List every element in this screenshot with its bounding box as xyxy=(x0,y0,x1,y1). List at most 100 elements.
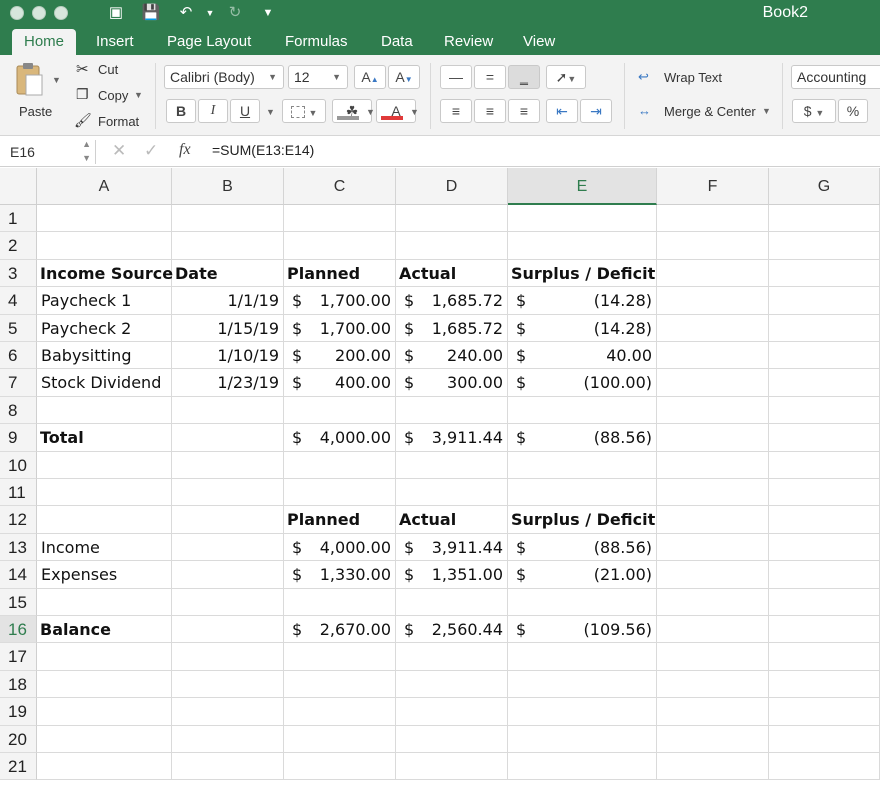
cell-g5[interactable] xyxy=(769,314,880,342)
increase-font-size-button[interactable]: A▲ xyxy=(354,65,386,89)
cell-a17[interactable] xyxy=(37,643,172,671)
row-header-16[interactable]: 16 xyxy=(0,616,37,644)
cell-d7[interactable]: $300.00 xyxy=(396,369,508,397)
cell-e19[interactable] xyxy=(508,698,657,726)
cell-c19[interactable] xyxy=(284,698,396,726)
cell-g18[interactable] xyxy=(769,670,880,699)
cell-b14[interactable] xyxy=(172,561,284,589)
cell-f2[interactable] xyxy=(657,232,769,260)
cell-b21[interactable] xyxy=(172,753,284,781)
cell-c4[interactable]: $1,700.00 xyxy=(284,287,396,315)
bold-button[interactable]: B xyxy=(166,99,196,123)
row-header-11[interactable]: 11 xyxy=(0,479,37,507)
cell-a11[interactable] xyxy=(37,479,172,507)
cell-e10[interactable] xyxy=(508,451,657,479)
tab-view[interactable]: View xyxy=(511,29,567,55)
cell-f13[interactable] xyxy=(657,533,769,562)
cancel-icon[interactable]: ✕ xyxy=(112,141,126,161)
cell-b5[interactable]: 1/15/19 xyxy=(172,314,284,342)
cell-c20[interactable] xyxy=(284,725,396,753)
cell-f19[interactable] xyxy=(657,698,769,726)
row-header-15[interactable]: 15 xyxy=(0,588,37,616)
cell-b18[interactable] xyxy=(172,670,284,699)
tab-page-layout[interactable]: Page Layout xyxy=(155,29,263,55)
cell-e8[interactable] xyxy=(508,396,657,425)
minimize-window-button[interactable] xyxy=(32,6,46,20)
cell-c3[interactable]: Planned xyxy=(284,259,396,288)
font-name-select[interactable]: Calibri (Body) ▼ xyxy=(164,65,284,89)
cell-b11[interactable] xyxy=(172,479,284,507)
cell-e20[interactable] xyxy=(508,725,657,753)
format-painter-button[interactable]: Format xyxy=(98,114,139,129)
cell-f15[interactable] xyxy=(657,588,769,616)
cell-g11[interactable] xyxy=(769,479,880,507)
cell-c12[interactable]: Planned xyxy=(284,506,396,534)
paste-dropdown-icon[interactable]: ▼ xyxy=(52,75,61,85)
cell-a7[interactable]: Stock Dividend xyxy=(37,369,172,397)
cell-e16[interactable]: $ (109.56) xyxy=(508,616,657,644)
cell-b2[interactable] xyxy=(172,232,284,260)
cell-g12[interactable] xyxy=(769,506,880,534)
cell-e7[interactable]: $ (100.00) xyxy=(508,369,657,397)
row-header-14[interactable]: 14 xyxy=(0,561,37,589)
borders-button[interactable]: ▼ xyxy=(282,99,326,123)
name-box[interactable]: E16 ▲ ▼ xyxy=(4,139,96,164)
tab-home[interactable]: Home xyxy=(12,29,77,55)
cell-a1[interactable] xyxy=(37,205,172,233)
cut-button[interactable]: Cut xyxy=(98,62,118,77)
row-header-20[interactable]: 20 xyxy=(0,725,37,753)
copy-dropdown-icon[interactable]: ▼ xyxy=(134,90,143,100)
cell-b20[interactable] xyxy=(172,725,284,753)
cell-b1[interactable] xyxy=(172,205,284,233)
save-icon[interactable]: 💾 xyxy=(141,3,161,23)
cell-f6[interactable] xyxy=(657,342,769,370)
cell-c14[interactable]: $1,330.00 xyxy=(284,561,396,589)
cell-g10[interactable] xyxy=(769,451,880,479)
cell-b19[interactable] xyxy=(172,698,284,726)
font-color-dropdown-icon[interactable]: ▼ xyxy=(410,107,419,117)
cell-d8[interactable] xyxy=(396,396,508,425)
cell-d19[interactable] xyxy=(396,698,508,726)
cell-b16[interactable] xyxy=(172,616,284,644)
cell-f18[interactable] xyxy=(657,670,769,699)
cell-b12[interactable] xyxy=(172,506,284,534)
insert-function-button[interactable]: fx xyxy=(179,141,191,159)
align-bottom-button[interactable]: ‗ xyxy=(508,65,540,89)
cell-d16[interactable]: $2,560.44 xyxy=(396,616,508,644)
cell-a16[interactable]: Balance xyxy=(37,616,172,644)
cell-c10[interactable] xyxy=(284,451,396,479)
cell-a12[interactable] xyxy=(37,506,172,534)
cell-e21[interactable] xyxy=(508,753,657,781)
cell-c16[interactable]: $2,670.00 xyxy=(284,616,396,644)
decrease-font-size-button[interactable]: A▼ xyxy=(388,65,420,89)
tab-insert[interactable]: Insert xyxy=(84,29,146,55)
wrap-text-button[interactable]: Wrap Text xyxy=(664,70,722,85)
cell-e18[interactable] xyxy=(508,670,657,699)
cell-f9[interactable] xyxy=(657,424,769,452)
cell-g14[interactable] xyxy=(769,561,880,589)
cell-f21[interactable] xyxy=(657,753,769,781)
cell-e5[interactable]: $ (14.28) xyxy=(508,314,657,342)
row-header-18[interactable]: 18 xyxy=(0,670,37,699)
cell-d21[interactable] xyxy=(396,753,508,781)
cell-g16[interactable] xyxy=(769,616,880,644)
cell-f1[interactable] xyxy=(657,205,769,233)
cell-g4[interactable] xyxy=(769,287,880,315)
cell-b15[interactable] xyxy=(172,588,284,616)
select-all-corner[interactable] xyxy=(0,168,37,205)
formula-input[interactable]: =SUM(E13:E14) xyxy=(212,142,314,158)
customize-toolbar-icon[interactable]: ▼ xyxy=(258,3,278,23)
row-header-1[interactable]: 1 xyxy=(0,205,37,233)
orientation-button[interactable]: ➚▼ xyxy=(546,65,586,89)
cell-c5[interactable]: $1,700.00 xyxy=(284,314,396,342)
cell-g15[interactable] xyxy=(769,588,880,616)
cell-a2[interactable] xyxy=(37,232,172,260)
cell-c1[interactable] xyxy=(284,205,396,233)
cell-c15[interactable] xyxy=(284,588,396,616)
cell-f17[interactable] xyxy=(657,643,769,671)
cell-b13[interactable] xyxy=(172,533,284,562)
copy-button[interactable]: Copy xyxy=(98,88,128,103)
cell-b6[interactable]: 1/10/19 xyxy=(172,342,284,370)
cell-f14[interactable] xyxy=(657,561,769,589)
column-header-g[interactable]: G xyxy=(769,168,880,205)
